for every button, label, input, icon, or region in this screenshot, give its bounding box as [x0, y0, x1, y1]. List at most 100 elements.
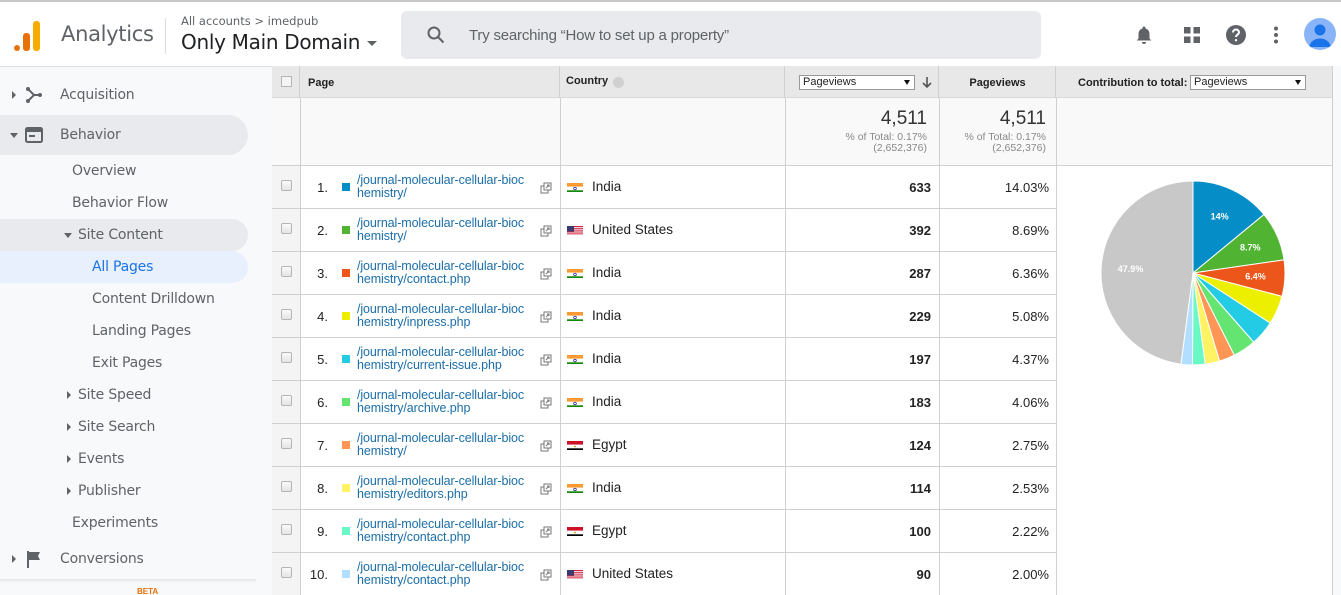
sidebar-item-experiments[interactable]: Experiments: [0, 507, 248, 539]
metric-select[interactable]: Pageviews: [799, 75, 915, 90]
row-checkbox[interactable]: [281, 266, 292, 277]
country-link[interactable]: Egypt: [592, 523, 627, 538]
search-box[interactable]: Try searching “How to set up a property”: [401, 11, 1041, 59]
row-checkbox[interactable]: [281, 567, 292, 578]
sidebar-item-events[interactable]: Events: [0, 443, 248, 475]
row-rank: 4.: [317, 309, 328, 324]
row-rank: 2.: [317, 223, 328, 238]
page-link[interactable]: /journal-molecular-cellular-bioc hemistry…: [357, 217, 524, 243]
column-divider: [785, 98, 786, 595]
row-checkbox-cell: [272, 209, 300, 251]
open-external-icon[interactable]: [540, 440, 552, 452]
page-link[interactable]: /journal-molecular-cellular-bioc hemistry…: [357, 561, 524, 587]
sidebar-item-all-pages[interactable]: All Pages: [0, 251, 248, 283]
row-checkbox[interactable]: [281, 524, 292, 535]
sidebar-item-overview[interactable]: Overview: [0, 155, 248, 187]
open-external-icon[interactable]: [540, 526, 552, 538]
open-external-icon[interactable]: [540, 354, 552, 366]
bell-icon[interactable]: [1133, 24, 1155, 46]
page-path-line2: hemistry/contact.php: [357, 573, 471, 587]
apps-grid-icon[interactable]: [1181, 24, 1203, 46]
sort-descending-icon[interactable]: [922, 76, 932, 89]
page-path-line1: /journal-molecular-cellular-bioc: [357, 345, 525, 359]
row-checkbox[interactable]: [281, 180, 292, 191]
open-external-icon[interactable]: [540, 311, 552, 323]
page-link[interactable]: /journal-molecular-cellular-bioc hemistry…: [357, 346, 524, 372]
series-color-swatch: [342, 183, 350, 191]
row-checkbox[interactable]: [281, 223, 292, 234]
country-link[interactable]: India: [592, 265, 621, 280]
page-link[interactable]: /journal-molecular-cellular-bioc hemistry…: [357, 432, 524, 458]
sidebar-item-content-drilldown[interactable]: Content Drilldown: [0, 283, 248, 315]
row-checkbox-cell: [272, 295, 300, 337]
country-link[interactable]: India: [592, 308, 621, 323]
sidebar-item-landing-pages[interactable]: Landing Pages: [0, 315, 248, 347]
open-external-icon[interactable]: [540, 569, 552, 581]
row-checkbox[interactable]: [281, 438, 292, 449]
account-breadcrumb[interactable]: All accounts > imedpub: [181, 14, 318, 28]
sidebar-item-site-search[interactable]: Site Search: [0, 411, 248, 443]
open-external-icon[interactable]: [540, 483, 552, 495]
page-link[interactable]: /journal-molecular-cellular-bioc hemistry…: [357, 389, 524, 415]
sidebar-item-behavior[interactable]: Behavior: [0, 115, 248, 155]
row-checkbox[interactable]: [281, 352, 292, 363]
remove-dimension-icon[interactable]: [613, 77, 624, 88]
country-link[interactable]: India: [592, 394, 621, 409]
row-rank: 3.: [317, 266, 328, 281]
sidebar-label: Content Drilldown: [92, 291, 215, 307]
column-page[interactable]: Page: [300, 66, 560, 98]
series-color-swatch: [342, 355, 350, 363]
country-flag-icon: [567, 439, 583, 450]
sidebar-item-publisher[interactable]: Publisher: [0, 475, 248, 507]
contribution-metric-select[interactable]: Pageviews: [1190, 75, 1306, 90]
open-external-icon[interactable]: [540, 182, 552, 194]
expand-right-icon: [12, 555, 16, 563]
column-metric-secondary[interactable]: Pageviews: [939, 66, 1056, 98]
country-link[interactable]: India: [592, 480, 621, 495]
column-country[interactable]: Country: [560, 66, 785, 98]
expand-down-icon: [10, 132, 18, 138]
analytics-logo-icon[interactable]: [14, 21, 42, 51]
property-selector[interactable]: Only Main Domain: [181, 30, 378, 54]
sidebar-item-exit-pages[interactable]: Exit Pages: [0, 347, 248, 379]
pageviews-value: 124: [909, 438, 931, 453]
country-link[interactable]: United States: [592, 566, 673, 581]
row-checkbox-cell: [272, 166, 300, 208]
contribution-pie-chart: 14% 8.7% 6.4% 47.9%: [1100, 180, 1286, 366]
chevron-down-icon: [367, 41, 378, 46]
sidebar-item-behavior-flow[interactable]: Behavior Flow: [0, 187, 248, 219]
row-checkbox[interactable]: [281, 481, 292, 492]
page-link[interactable]: /journal-molecular-cellular-bioc hemistry…: [357, 260, 524, 286]
page-link[interactable]: /journal-molecular-cellular-bioc hemistry…: [357, 518, 524, 544]
country-link[interactable]: India: [592, 179, 621, 194]
open-external-icon[interactable]: [540, 397, 552, 409]
row-rank: 6.: [317, 395, 328, 410]
page-link[interactable]: /journal-molecular-cellular-bioc hemistry…: [357, 303, 524, 329]
pageviews-percent: 14.03%: [1004, 180, 1049, 195]
country-link[interactable]: Egypt: [592, 437, 627, 452]
more-vert-icon[interactable]: [1265, 24, 1287, 46]
pie-slice-other[interactable]: [1100, 180, 1194, 365]
sidebar-item-site-speed[interactable]: Site Speed: [0, 379, 248, 411]
row-checkbox[interactable]: [281, 309, 292, 320]
sidebar-label: Landing Pages: [92, 323, 191, 339]
open-external-icon[interactable]: [540, 268, 552, 280]
sidebar-item-acquisition[interactable]: Acquisition: [0, 79, 248, 111]
select-all-checkbox[interactable]: [281, 76, 292, 87]
column-metric-primary: Pageviews: [785, 66, 939, 98]
open-external-icon[interactable]: [540, 225, 552, 237]
row-rank: 5.: [317, 352, 328, 367]
page-link[interactable]: /journal-molecular-cellular-bioc hemistry…: [357, 475, 524, 501]
expand-right-icon: [67, 391, 71, 399]
right-scroll-gutter: [1332, 66, 1341, 595]
sidebar-label: Site Content: [78, 227, 163, 243]
row-checkbox[interactable]: [281, 395, 292, 406]
page-path-line1: /journal-molecular-cellular-bioc: [357, 474, 525, 488]
help-icon[interactable]: [1225, 24, 1247, 46]
country-link[interactable]: United States: [592, 222, 673, 237]
country-link[interactable]: India: [592, 351, 621, 366]
sidebar-item-conversions[interactable]: Conversions: [0, 543, 248, 575]
sidebar-item-site-content[interactable]: Site Content: [0, 219, 248, 251]
page-link[interactable]: /journal-molecular-cellular-bioc hemistry…: [357, 174, 524, 200]
account-avatar[interactable]: [1304, 18, 1336, 50]
